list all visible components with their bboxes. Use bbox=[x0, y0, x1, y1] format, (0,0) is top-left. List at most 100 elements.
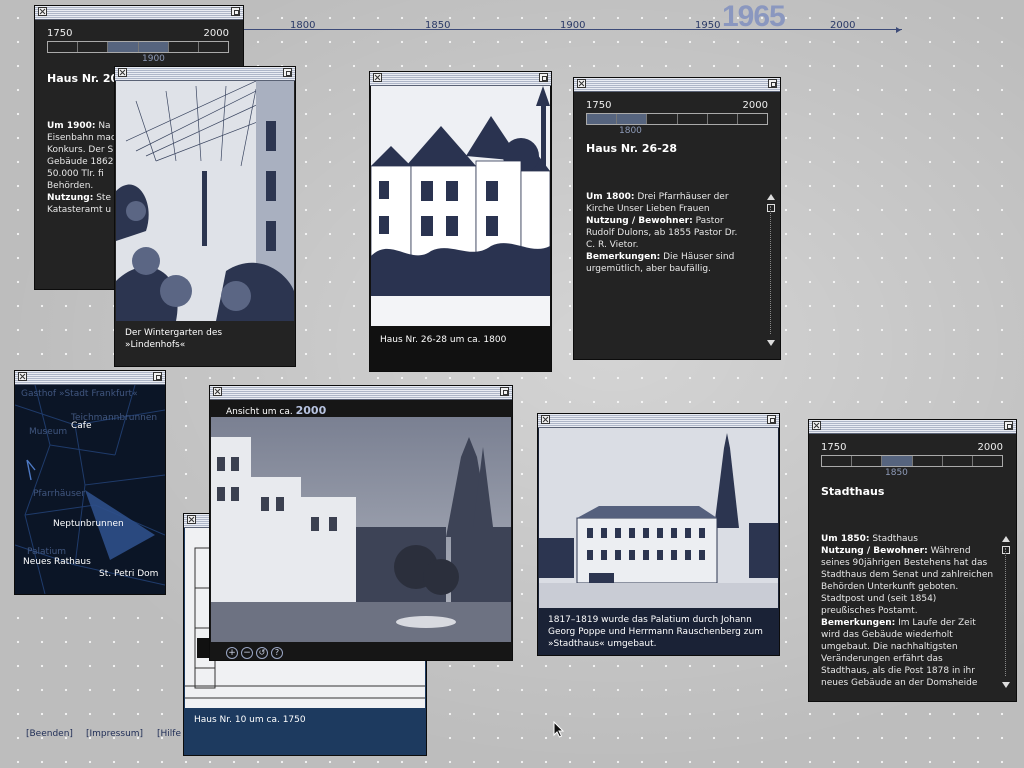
mini-timeline-bar[interactable] bbox=[821, 455, 1003, 467]
current-year-indicator[interactable]: 1965 bbox=[722, 0, 786, 34]
palatium-photo-window[interactable]: 1817–1819 wurde das Palatium durch Johan… bbox=[537, 413, 780, 656]
close-icon[interactable] bbox=[541, 415, 550, 424]
map-window[interactable]: Gasthof »Stadt Frankfurt« Teichmannbrunn… bbox=[14, 370, 166, 595]
map-label-pfarrhaeuser[interactable]: Pfarrhäuser bbox=[33, 489, 85, 499]
window-titlebar[interactable] bbox=[370, 72, 551, 86]
zoom-out-icon[interactable]: − bbox=[241, 647, 253, 659]
haus26-engraving-image bbox=[371, 86, 550, 326]
info-line: seines 90jährigen Bestehens hat das bbox=[821, 558, 988, 568]
map-label-palatium[interactable]: Palatium bbox=[27, 547, 66, 557]
zoom-icon[interactable] bbox=[767, 415, 776, 424]
mini-timeline-start: 1750 bbox=[821, 442, 847, 453]
window-titlebar[interactable] bbox=[15, 371, 165, 385]
stadthaus-info-window[interactable]: 1750 2000 1850 Stadthaus Um 1850: Stadth… bbox=[808, 419, 1017, 702]
photo-caption: 1817–1819 wurde das Palatium durch Johan… bbox=[548, 615, 763, 649]
close-icon[interactable] bbox=[118, 68, 127, 77]
mini-timeline-end: 2000 bbox=[742, 100, 768, 111]
mini-timeline-marker: 1900 bbox=[142, 54, 165, 64]
info-line: Veränderungen erfährt das bbox=[821, 654, 943, 664]
mini-timeline[interactable]: 1750 2000 1900 bbox=[47, 28, 229, 64]
close-icon[interactable] bbox=[373, 73, 382, 82]
scroll-thumb[interactable] bbox=[767, 204, 775, 212]
ansicht-panorama-image[interactable] bbox=[211, 417, 511, 642]
mouse-cursor-icon bbox=[553, 721, 565, 738]
ansicht-photo-window[interactable]: Ansicht um ca. 2000 + − ↺ ? bbox=[209, 385, 513, 661]
timeline-label[interactable]: 2000 bbox=[830, 20, 855, 31]
mini-timeline-bar[interactable] bbox=[586, 113, 768, 125]
mini-timeline[interactable]: 1750 2000 1850 bbox=[821, 442, 1003, 478]
window-titlebar[interactable] bbox=[538, 414, 779, 428]
mini-timeline-bar[interactable] bbox=[47, 41, 229, 53]
info-line: Behörden Unterkunft geboten. bbox=[821, 582, 959, 592]
zoom-icon[interactable] bbox=[539, 73, 548, 82]
window-titlebar[interactable] bbox=[210, 386, 512, 400]
map-label-petri-dom[interactable]: St. Petri Dom bbox=[99, 569, 158, 579]
info-line: urgemütlich, aber baufällig. bbox=[586, 264, 711, 274]
close-icon[interactable] bbox=[812, 421, 821, 430]
info-line: Stadthaus, als die Post 1878 in ihr bbox=[821, 666, 975, 676]
info-line: Um 1850: Stadthaus bbox=[821, 534, 918, 544]
wintergarten-photo-window[interactable]: Der Wintergarten des »Lindenhofs« bbox=[114, 66, 296, 367]
scroll-up-icon[interactable] bbox=[1002, 536, 1010, 542]
info-line: Nutzung / Bewohner: Während bbox=[821, 546, 971, 556]
window-titlebar[interactable] bbox=[809, 420, 1016, 434]
reset-icon[interactable]: ↺ bbox=[256, 647, 268, 659]
wintergarten-engraving-image bbox=[116, 81, 294, 321]
photo-caption: Der Wintergarten des »Lindenhofs« bbox=[125, 328, 223, 350]
image-controls: + − ↺ ? bbox=[226, 647, 283, 659]
zoom-icon[interactable] bbox=[231, 7, 240, 16]
info-line: Um 1800: Drei Pfarrhäuser der bbox=[586, 192, 729, 202]
mini-timeline-marker: 1850 bbox=[885, 468, 908, 478]
close-icon[interactable] bbox=[38, 7, 47, 16]
haus26-info-window[interactable]: 1750 2000 1800 Haus Nr. 26-28 Um 1800: D… bbox=[573, 77, 781, 360]
info-line: Kirche Unser Lieben Frauen bbox=[586, 204, 710, 214]
mini-timeline-marker: 1800 bbox=[619, 126, 642, 136]
zoom-icon[interactable] bbox=[1004, 421, 1013, 430]
map-label-cafe[interactable]: Cafe bbox=[71, 421, 92, 431]
zoom-icon[interactable] bbox=[500, 387, 509, 396]
imprint-link[interactable]: [Impressum] bbox=[86, 729, 143, 739]
map-label-neptunbrunnen[interactable]: Neptunbrunnen bbox=[53, 519, 124, 529]
info-line: Bemerkungen: Die Häuser sind bbox=[586, 252, 735, 262]
scroll-down-icon[interactable] bbox=[1002, 682, 1010, 688]
quit-link[interactable]: [Beenden] bbox=[26, 729, 73, 739]
mini-timeline[interactable]: 1750 2000 1800 bbox=[586, 100, 768, 136]
timeline-label[interactable]: 1950 bbox=[695, 20, 720, 31]
help-link[interactable]: [Hilfe bbox=[157, 729, 181, 739]
scroll-thumb[interactable] bbox=[1002, 546, 1010, 554]
map-label-gasthof[interactable]: Gasthof »Stadt Frankfurt« bbox=[21, 389, 138, 399]
scrollbar[interactable] bbox=[1001, 536, 1011, 688]
palatium-engraving-image bbox=[539, 428, 778, 608]
close-icon[interactable] bbox=[577, 79, 586, 88]
info-line: Stadthaus dem Senat und zahlreichen bbox=[821, 570, 994, 580]
window-title: Haus Nr. 26-28 bbox=[586, 142, 678, 155]
haus26-photo-window[interactable]: Haus Nr. 26-28 um ca. 1800 bbox=[369, 71, 552, 372]
timeline-label[interactable]: 1850 bbox=[425, 20, 450, 31]
window-titlebar[interactable] bbox=[35, 6, 243, 20]
zoom-icon[interactable] bbox=[283, 68, 292, 77]
info-text: Um 1800: Drei Pfarrhäuser der Kirche Uns… bbox=[586, 191, 761, 275]
mini-timeline-start: 1750 bbox=[47, 28, 73, 39]
map-label-museum[interactable]: Museum bbox=[29, 427, 67, 437]
help-icon[interactable]: ? bbox=[271, 647, 283, 659]
timeline-arrow-icon bbox=[896, 27, 901, 33]
zoom-icon[interactable] bbox=[153, 372, 162, 381]
zoom-in-icon[interactable]: + bbox=[226, 647, 238, 659]
timeline-label[interactable]: 1900 bbox=[560, 20, 585, 31]
window-titlebar[interactable] bbox=[574, 78, 780, 92]
scroll-up-icon[interactable] bbox=[767, 194, 775, 200]
map-label-neues-rathaus[interactable]: Neues Rathaus bbox=[23, 557, 91, 567]
scroll-down-icon[interactable] bbox=[767, 340, 775, 346]
window-title: Stadthaus bbox=[821, 485, 885, 498]
city-map[interactable]: Gasthof »Stadt Frankfurt« Teichmannbrunn… bbox=[15, 385, 165, 594]
window-titlebar[interactable] bbox=[115, 67, 295, 81]
info-line: C. R. Vietor. bbox=[586, 240, 639, 250]
scrollbar[interactable] bbox=[766, 194, 776, 346]
info-line: preußisches Postamt. bbox=[821, 606, 918, 616]
close-icon[interactable] bbox=[18, 372, 27, 381]
info-text: Um 1850: Stadthaus Nutzung / Bewohner: W… bbox=[821, 533, 1001, 689]
close-icon[interactable] bbox=[213, 387, 222, 396]
zoom-icon[interactable] bbox=[768, 79, 777, 88]
close-icon[interactable] bbox=[187, 515, 196, 524]
timeline-label[interactable]: 1800 bbox=[290, 20, 315, 31]
